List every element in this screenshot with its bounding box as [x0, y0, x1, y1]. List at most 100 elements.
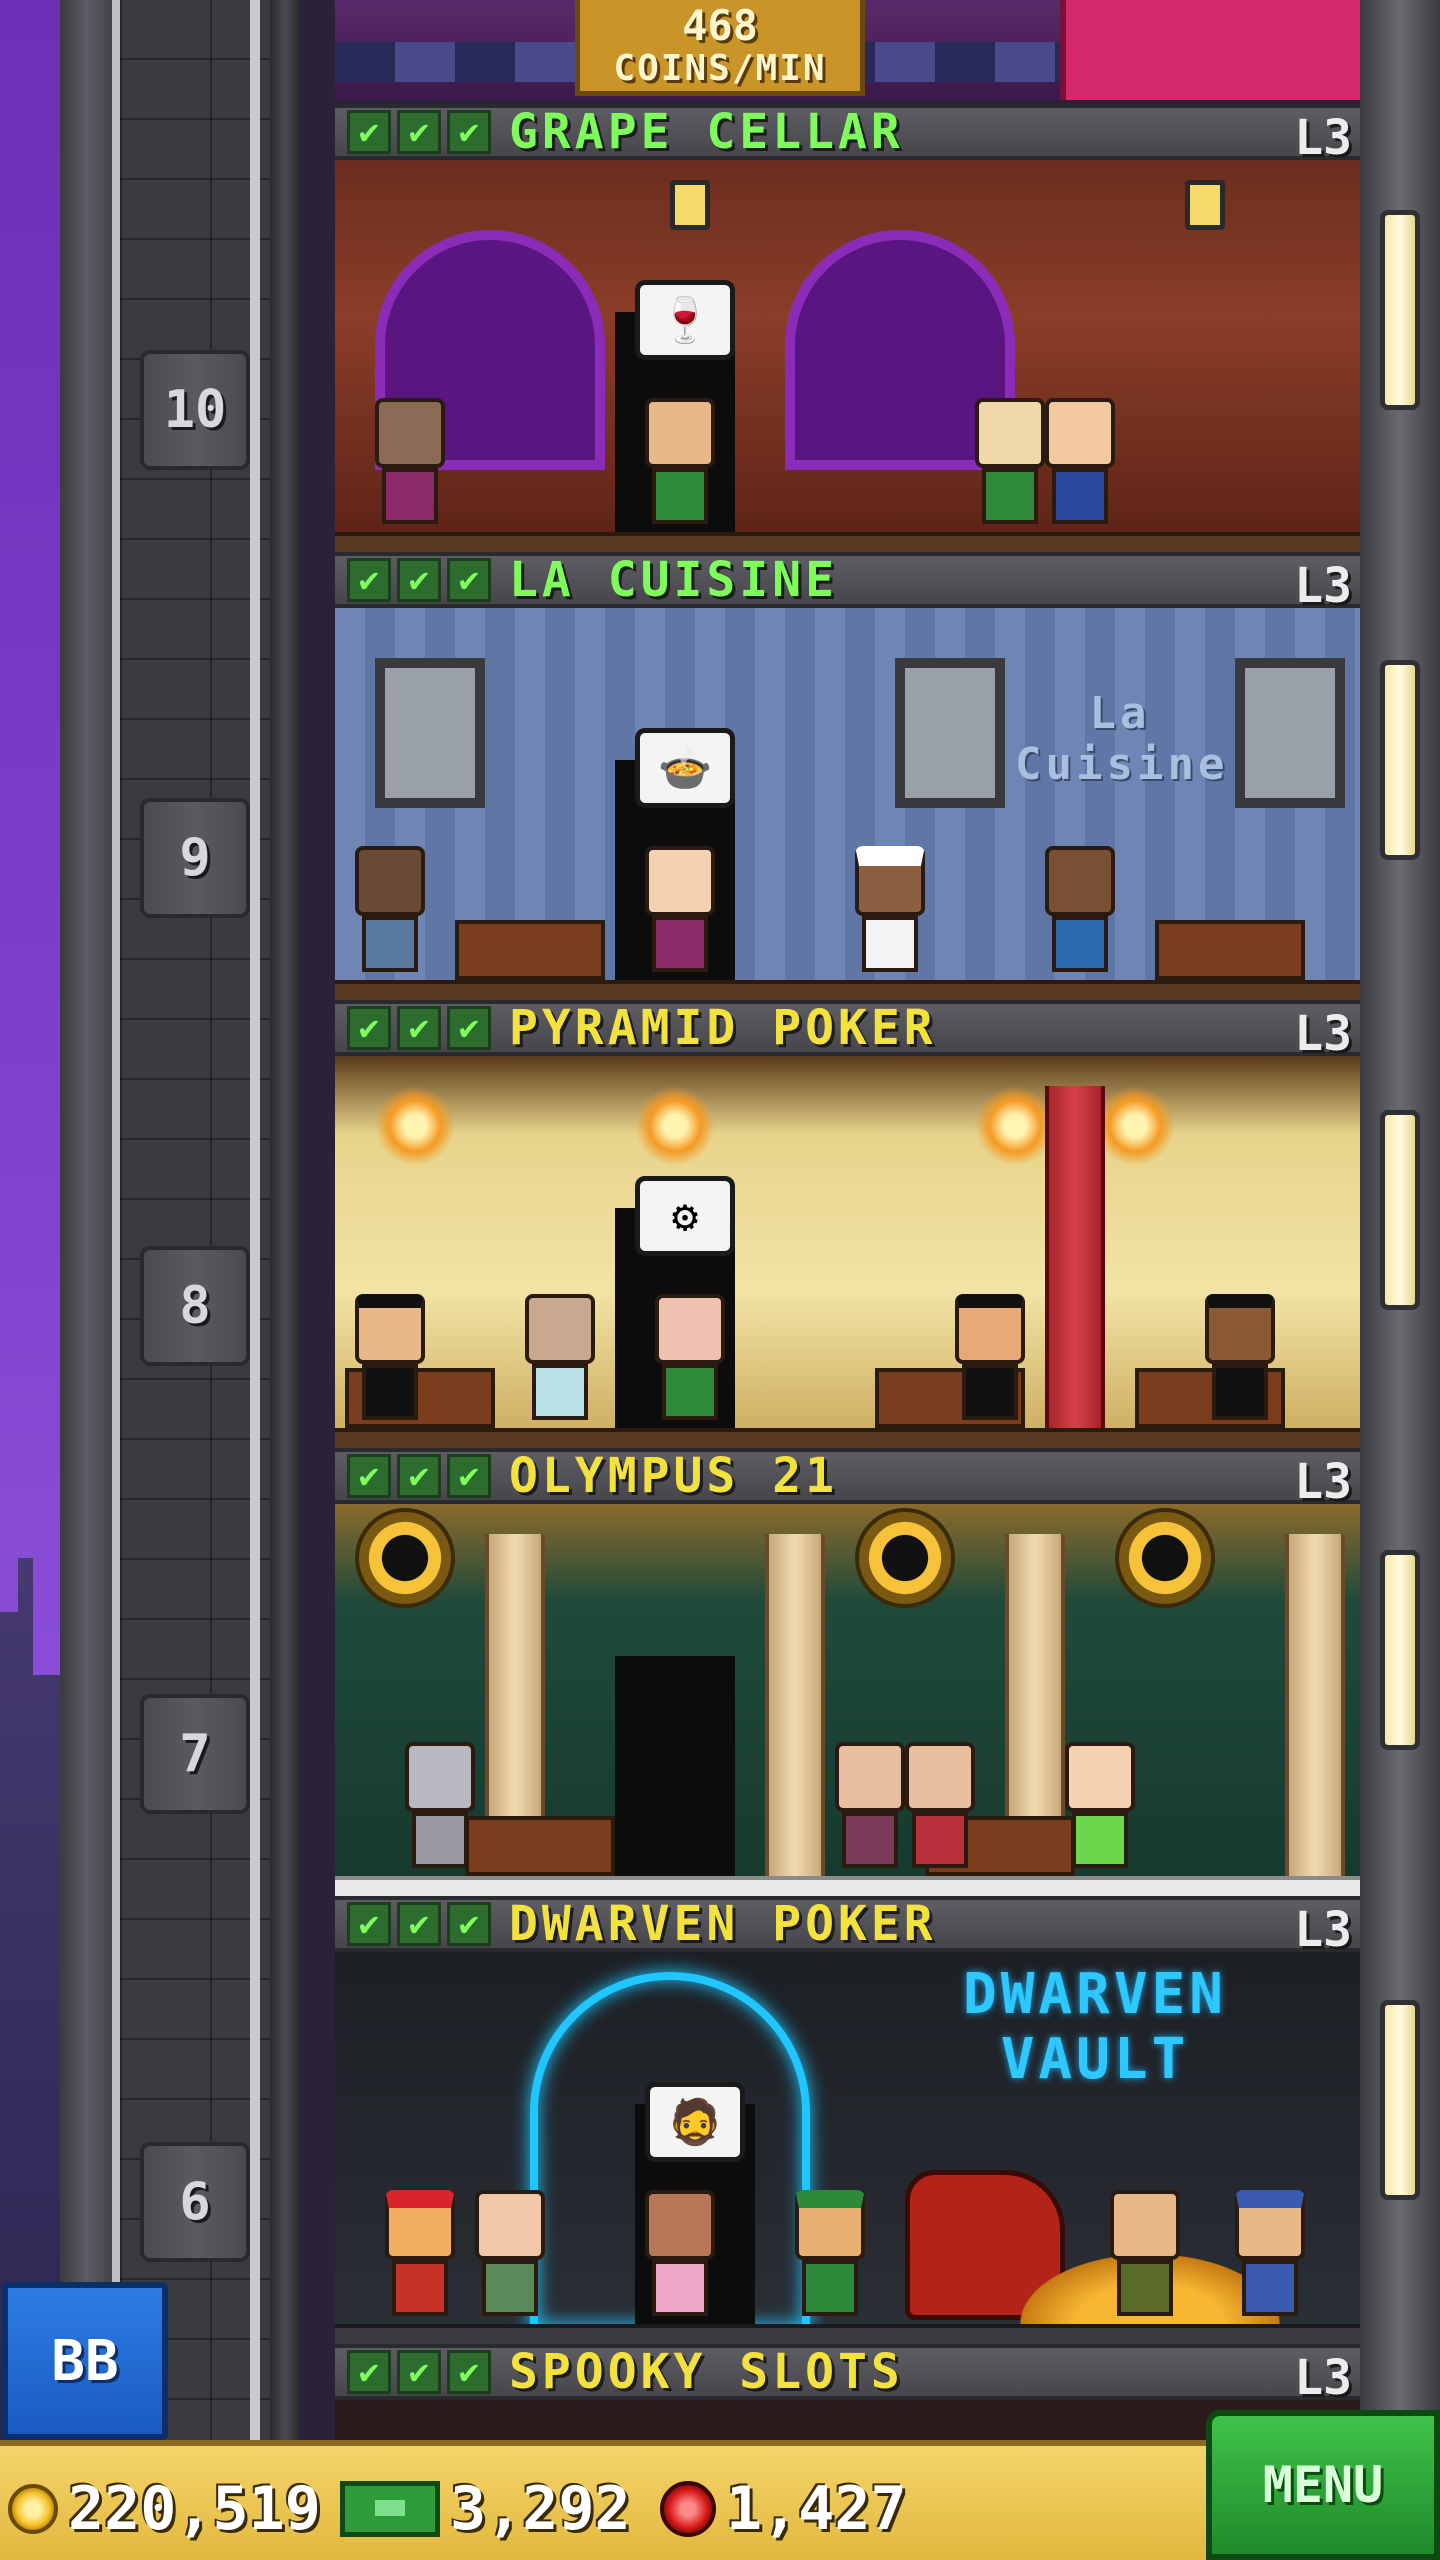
check-icon: ✔ [447, 110, 491, 154]
bitizen[interactable] [355, 846, 425, 976]
floor-header[interactable]: ✔ ✔ ✔ PYRAMID POKER L3 [335, 1000, 1360, 1062]
spade-medallion-icon [355, 1508, 455, 1608]
check-icon: ✔ [397, 2350, 441, 2394]
floor-level: L3 [1294, 1006, 1352, 1062]
speech-bubble-chip-icon[interactable]: ⚙ [635, 1176, 735, 1256]
dealer-bitizen[interactable] [1205, 1294, 1275, 1424]
check-icon: ✔ [347, 1006, 391, 1050]
menu-button[interactable]: MENU [1206, 2410, 1440, 2560]
dealer-bitizen[interactable] [955, 1294, 1025, 1424]
floor-scene[interactable]: ⚙ [335, 1056, 1360, 1448]
sky-background [0, 0, 60, 2440]
bitizen[interactable] [1065, 1742, 1135, 1872]
bitizen[interactable] [1045, 846, 1115, 976]
bitizen[interactable] [645, 2190, 715, 2320]
dwarf-bitizen[interactable] [385, 2190, 455, 2320]
greek-column [765, 1534, 825, 1876]
bitizen[interactable] [645, 846, 715, 976]
statue-dealer[interactable] [405, 1742, 475, 1872]
bitizen[interactable] [835, 1742, 905, 1872]
speech-bubble-wine-icon[interactable]: 🍷 [635, 280, 735, 360]
floor-level: L3 [1294, 2350, 1352, 2406]
bitbook-button[interactable]: BB [2, 2282, 168, 2440]
dwarf-bitizen[interactable] [795, 2190, 865, 2320]
speech-bubble-dwarf-icon[interactable]: 🧔 [645, 2082, 745, 2162]
elevator-rail [60, 0, 120, 2440]
floor-number-9: 9 [140, 798, 250, 918]
floor-header[interactable]: ✔ ✔ ✔ DWARVEN POKER L3 [335, 1896, 1360, 1958]
check-icon: ✔ [397, 110, 441, 154]
bux-counter[interactable]: 3,292 [340, 2474, 631, 2544]
floor-la-cuisine[interactable]: ✔ ✔ ✔ LA CUISINE L3 La Cuisine 🍲 [335, 552, 1360, 1000]
bitizen[interactable] [475, 2190, 545, 2320]
check-icon: ✔ [447, 1454, 491, 1498]
scene-floor [335, 1876, 1360, 1896]
coins-per-min-unit: COINS/MIN [613, 47, 827, 89]
gems-counter[interactable]: 1,427 [660, 2474, 907, 2544]
floor-name: GRAPE CELLAR [509, 104, 904, 160]
window-light [1380, 1110, 1420, 1310]
floor-name: OLYMPUS 21 [509, 1448, 838, 1504]
bitizen[interactable] [905, 1742, 975, 1872]
floor-dwarven-poker[interactable]: ✔ ✔ ✔ DWARVEN POKER L3 DWARVEN VAULT 🧔 [335, 1896, 1360, 2344]
scene-floor [335, 2324, 1360, 2344]
window-light [1380, 2000, 1420, 2200]
check-icon: ✔ [347, 2350, 391, 2394]
floor-name: DWARVEN POKER [509, 1896, 937, 1952]
bitizen[interactable] [1045, 398, 1115, 528]
floor-header[interactable]: ✔ ✔ ✔ GRAPE CELLAR L3 [335, 104, 1360, 166]
floor-name: SPOOKY SLOTS [509, 2344, 904, 2400]
bitizen[interactable] [375, 398, 445, 528]
scene-floor [335, 980, 1360, 1000]
check-icon: ✔ [397, 558, 441, 602]
torch-icon [375, 1086, 455, 1166]
bitizen[interactable] [645, 398, 715, 528]
floor-header[interactable]: ✔ ✔ ✔ SPOOKY SLOTS L3 [335, 2344, 1360, 2406]
dwarven-vault-sign: DWARVEN VAULT [962, 1962, 1227, 2092]
floor-olympus-21[interactable]: ✔ ✔ ✔ OLYMPUS 21 L3 [335, 1448, 1360, 1896]
check-icon: ✔ [347, 1902, 391, 1946]
painting-frame [1235, 658, 1345, 808]
scene-floor [335, 1428, 1360, 1448]
floor-level: L3 [1294, 1902, 1352, 1958]
bitizen[interactable] [1110, 2190, 1180, 2320]
window-light [1380, 1550, 1420, 1750]
speech-bubble-food-icon[interactable]: 🍲 [635, 728, 735, 808]
floor-level: L3 [1294, 1454, 1352, 1510]
star-checks: ✔ ✔ ✔ [347, 110, 491, 154]
floor-level: L3 [1294, 558, 1352, 614]
check-icon: ✔ [347, 110, 391, 154]
chef-bitizen[interactable] [855, 846, 925, 976]
star-checks: ✔ ✔ ✔ [347, 2350, 491, 2394]
check-icon: ✔ [397, 1454, 441, 1498]
floor-header[interactable]: ✔ ✔ ✔ LA CUISINE L3 [335, 552, 1360, 614]
check-icon: ✔ [447, 1006, 491, 1050]
floor-scene[interactable]: 🍷 [335, 160, 1360, 552]
floor-grape-cellar[interactable]: ✔ ✔ ✔ GRAPE CELLAR L3 🍷 [335, 104, 1360, 552]
check-icon: ✔ [447, 558, 491, 602]
coins-value: 220,519 [68, 2474, 321, 2544]
floor-header[interactable]: ✔ ✔ ✔ OLYMPUS 21 L3 [335, 1448, 1360, 1510]
painting-frame [895, 658, 1005, 808]
red-pillar [1045, 1086, 1105, 1428]
star-checks: ✔ ✔ ✔ [347, 1902, 491, 1946]
bitizen[interactable] [655, 1294, 725, 1424]
dining-table [455, 920, 605, 980]
floor-decoration [1060, 0, 1360, 100]
bitizen[interactable] [525, 1294, 595, 1424]
coins-per-min-badge[interactable]: 468 COINS/MIN [575, 0, 865, 96]
bitizen[interactable] [975, 398, 1045, 528]
check-icon: ✔ [397, 1902, 441, 1946]
coins-counter[interactable]: 220,519 [8, 2474, 321, 2544]
dealer-bitizen[interactable] [355, 1294, 425, 1424]
floor-scene[interactable] [335, 1504, 1360, 1896]
floor-scene[interactable]: DWARVEN VAULT 🧔 [335, 1952, 1360, 2344]
star-checks: ✔ ✔ ✔ [347, 558, 491, 602]
window-light [1380, 210, 1420, 410]
check-icon: ✔ [397, 1006, 441, 1050]
elevator-door [615, 1656, 735, 1876]
floor-scene[interactable]: La Cuisine 🍲 [335, 608, 1360, 1000]
floor-number-8: 8 [140, 1246, 250, 1366]
wizard-bitizen[interactable] [1235, 2190, 1305, 2320]
floor-pyramid-poker[interactable]: ✔ ✔ ✔ PYRAMID POKER L3 ⚙ [335, 1000, 1360, 1448]
